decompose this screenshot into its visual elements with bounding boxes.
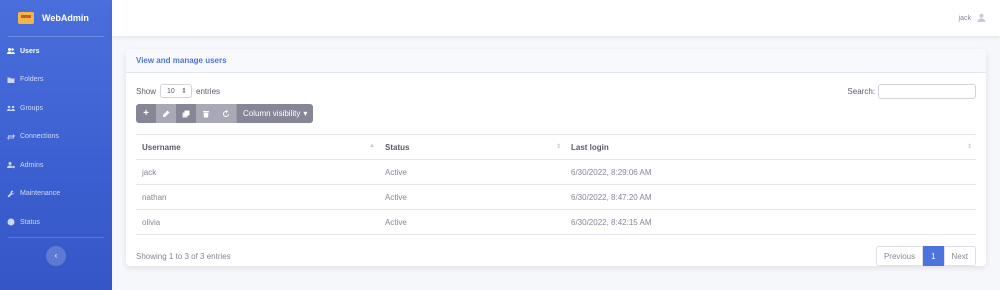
add-button[interactable]: + <box>136 104 156 123</box>
sort-icon: ⇕ <box>555 144 561 150</box>
cell-username: jack <box>136 159 379 185</box>
cell-username: olivia <box>136 209 379 235</box>
column-visibility-label: Column visibility <box>243 109 301 118</box>
card-body: Show 10 ⇕ entries Search: + Column visib… <box>126 73 986 266</box>
column-header-username[interactable]: Username ▲ <box>136 134 379 160</box>
table-toolbar: + Column visibility ▾ <box>136 104 976 123</box>
delete-button[interactable] <box>196 104 216 123</box>
column-visibility-button[interactable]: Column visibility ▾ <box>236 104 314 123</box>
refresh-button[interactable] <box>216 104 236 123</box>
pagination: Previous 1 Next <box>875 246 976 266</box>
table-row[interactable]: olivia Active 6/30/2022, 8:42:15 AM <box>136 209 976 235</box>
page-length: Show 10 ⇕ entries <box>136 84 220 98</box>
brand[interactable]: WebAdmin <box>0 0 112 36</box>
sidebar-item-label: Folders <box>20 76 44 84</box>
sort-icon: ⇕ <box>966 144 972 150</box>
plus-icon: + <box>143 108 149 119</box>
table-row[interactable]: nathan Active 6/30/2022, 8:47:20 AM <box>136 184 976 210</box>
sidebar-item-status[interactable]: Status <box>0 208 112 237</box>
sidebar-toggle-button[interactable]: ‹ <box>46 245 66 266</box>
refresh-icon <box>223 109 229 117</box>
clone-icon <box>182 110 190 117</box>
next-button[interactable]: Next <box>943 246 976 266</box>
page-length-select[interactable]: 10 ⇕ <box>160 84 193 98</box>
entries-label: entries <box>196 86 221 96</box>
cell-username: nathan <box>136 184 379 210</box>
previous-button[interactable]: Previous <box>875 246 924 266</box>
card-header: View and manage users <box>126 49 986 73</box>
exchange-icon <box>7 133 15 141</box>
users-card: View and manage users Show 10 ⇕ entries … <box>126 49 986 266</box>
sidebar-item-admins[interactable]: Admins <box>0 151 112 180</box>
cell-last-login: 6/30/2022, 8:42:15 AM <box>565 209 976 235</box>
caret-down-icon: ▾ <box>303 109 308 118</box>
folder-icon <box>7 76 15 84</box>
cell-status: Active <box>379 209 565 235</box>
search-label: Search: <box>847 86 875 96</box>
search-input[interactable] <box>878 83 976 99</box>
users-icon <box>7 47 15 55</box>
cell-status: Active <box>379 159 565 185</box>
sidebar-item-label: Groups <box>20 104 43 112</box>
cell-status: Active <box>379 184 565 210</box>
sidebar-nav: Users Folders Groups Connections Admins … <box>0 37 112 237</box>
sidebar-item-users[interactable]: Users <box>0 37 112 66</box>
brand-name: WebAdmin <box>42 13 89 23</box>
sidebar-item-connections[interactable]: Connections <box>0 123 112 152</box>
page-1-button[interactable]: 1 <box>923 246 944 266</box>
edit-button[interactable] <box>156 104 176 123</box>
topbar: jack <box>112 0 1000 36</box>
show-label: Show <box>136 86 157 96</box>
pencil-icon <box>163 110 170 117</box>
groups-icon <box>7 104 15 112</box>
sidebar-item-label: Status <box>20 218 40 226</box>
column-header-label: Username <box>142 142 181 152</box>
user-icon[interactable] <box>977 13 986 24</box>
cell-last-login: 6/30/2022, 8:29:06 AM <box>565 159 976 185</box>
sidebar-item-folders[interactable]: Folders <box>0 66 112 95</box>
table-footer: Showing 1 to 3 of 3 entries Previous 1 N… <box>136 246 976 266</box>
column-header-status[interactable]: Status ⇕ <box>379 134 565 160</box>
logo-icon <box>18 12 34 24</box>
sidebar: WebAdmin Users Folders Groups Connection… <box>0 0 112 290</box>
table-info: Showing 1 to 3 of 3 entries <box>136 251 231 261</box>
trash-icon <box>203 110 209 117</box>
cell-last-login: 6/30/2022, 8:47:20 AM <box>565 184 976 210</box>
column-header-label: Status <box>385 142 410 152</box>
clone-button[interactable] <box>176 104 196 123</box>
column-header-last-login[interactable]: Last login ⇕ <box>565 134 976 160</box>
sidebar-toggle-wrap: ‹ <box>0 238 112 266</box>
sidebar-item-label: Admins <box>20 161 44 169</box>
search: Search: <box>847 83 976 99</box>
sidebar-item-label: Maintenance <box>20 190 61 198</box>
user-cog-icon <box>7 161 15 169</box>
sidebar-item-label: Users <box>20 47 40 55</box>
wrench-icon <box>7 190 15 198</box>
select-arrows-icon: ⇕ <box>181 88 188 95</box>
sort-asc-icon: ▲ <box>369 143 375 149</box>
table-row[interactable]: jack Active 6/30/2022, 8:29:06 AM <box>136 159 976 185</box>
info-circle-icon <box>7 218 15 226</box>
column-header-label: Last login <box>571 142 609 152</box>
sidebar-item-maintenance[interactable]: Maintenance <box>0 180 112 209</box>
table-controls: Show 10 ⇕ entries Search: <box>136 83 976 99</box>
users-table: Username ▲ Status ⇕ Last login ⇕ jack Activ… <box>136 134 976 235</box>
sidebar-item-label: Connections <box>20 133 59 141</box>
card-title: View and manage users <box>136 56 227 65</box>
sidebar-item-groups[interactable]: Groups <box>0 94 112 123</box>
user-name[interactable]: jack <box>959 15 971 22</box>
page-length-value: 10 <box>167 87 175 95</box>
table-header-row: Username ▲ Status ⇕ Last login ⇕ <box>136 134 976 160</box>
